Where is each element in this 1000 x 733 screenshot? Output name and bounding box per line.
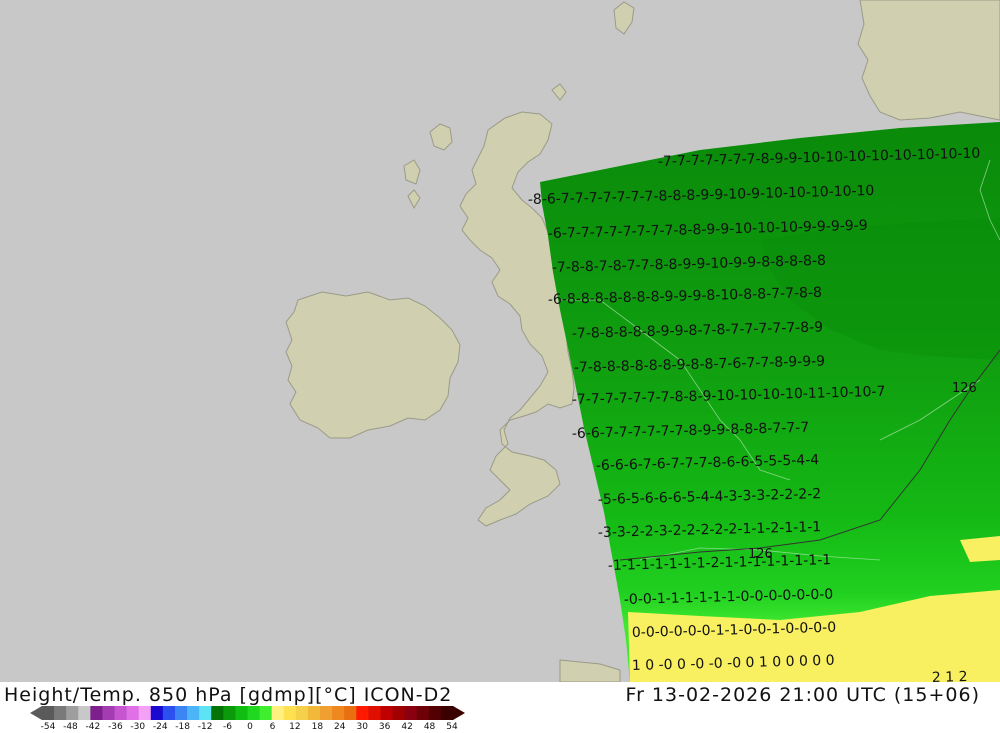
scale-swatch xyxy=(307,706,321,720)
scale-swatch xyxy=(162,706,176,720)
scale-swatch xyxy=(368,706,381,720)
scale-swatch xyxy=(392,706,406,720)
scale-swatch xyxy=(54,706,67,720)
scale-tick-label: 0 xyxy=(247,722,253,732)
scale-swatch xyxy=(428,706,442,720)
scale-swatch xyxy=(78,706,91,720)
scale-swatch xyxy=(223,706,236,720)
color-scale xyxy=(30,706,465,720)
scale-swatch xyxy=(102,706,116,720)
scale-tick-label: -6 xyxy=(223,722,233,732)
height-label: 126 xyxy=(952,381,977,396)
scale-tick-label: 54 xyxy=(446,722,458,732)
scale-swatch xyxy=(211,706,224,720)
weather-map: 126 126 -7-7-7-7-7-7-7-8-9-9-10-10-10-10… xyxy=(0,0,1000,686)
chart-title: Height/Temp. 850 hPa [gdmp][°C] ICON-D2 xyxy=(4,684,453,706)
scale-tick-label: 6 xyxy=(269,722,276,732)
scale-tick-label: 24 xyxy=(334,722,346,732)
scale-tick-label: -42 xyxy=(85,722,101,732)
scale-swatch xyxy=(295,706,309,720)
scale-swatch xyxy=(440,706,454,720)
scale-swatch xyxy=(138,706,152,720)
valid-time: Fr 13-02-2026 21:00 UTC (15+06) xyxy=(625,684,980,706)
scale-swatch xyxy=(187,706,200,720)
scale-swatch xyxy=(320,706,333,720)
scale-tick-label: -36 xyxy=(107,722,123,732)
scale-swatch xyxy=(42,706,55,720)
scale-swatch xyxy=(114,706,128,720)
scale-tick-label: -12 xyxy=(197,722,213,732)
scale-tick-label: 18 xyxy=(311,722,324,732)
scale-swatch xyxy=(344,706,357,720)
scale-swatch xyxy=(66,706,79,720)
scale-swatch xyxy=(150,706,164,720)
scale-arrow-right xyxy=(453,706,465,720)
scale-swatch xyxy=(332,706,345,720)
norway-coast xyxy=(857,0,1000,121)
scale-tick-label: -24 xyxy=(152,722,168,732)
map-view: 126 126 -7-7-7-7-7-7-7-8-9-9-10-10-10-10… xyxy=(0,0,1000,733)
scale-swatch xyxy=(404,706,418,720)
scale-swatch xyxy=(380,706,394,720)
scale-swatch xyxy=(126,706,140,720)
scale-tick-label: 30 xyxy=(356,722,368,732)
scale-tick-label: -30 xyxy=(130,722,146,732)
scale-swatch xyxy=(271,706,285,720)
scale-swatch xyxy=(247,706,261,720)
scale-swatch xyxy=(90,706,103,720)
scale-tick-label: -48 xyxy=(63,722,78,732)
scale-tick-label: 42 xyxy=(401,722,413,732)
scale-swatch xyxy=(259,706,273,720)
scale-tick-label: 36 xyxy=(378,722,391,732)
scale-swatch xyxy=(283,706,297,720)
scale-tick-label: -54 xyxy=(40,722,56,732)
scale-swatch xyxy=(416,706,430,720)
scale-tick-label: 12 xyxy=(289,722,301,732)
scale-tick-label: 48 xyxy=(423,722,436,732)
scale-swatch xyxy=(356,706,369,720)
scale-swatch xyxy=(199,706,212,720)
scale-swatch xyxy=(235,706,248,720)
scale-arrow-left xyxy=(30,706,42,720)
scale-tick-label: -18 xyxy=(175,722,191,732)
scale-swatch xyxy=(174,706,188,720)
